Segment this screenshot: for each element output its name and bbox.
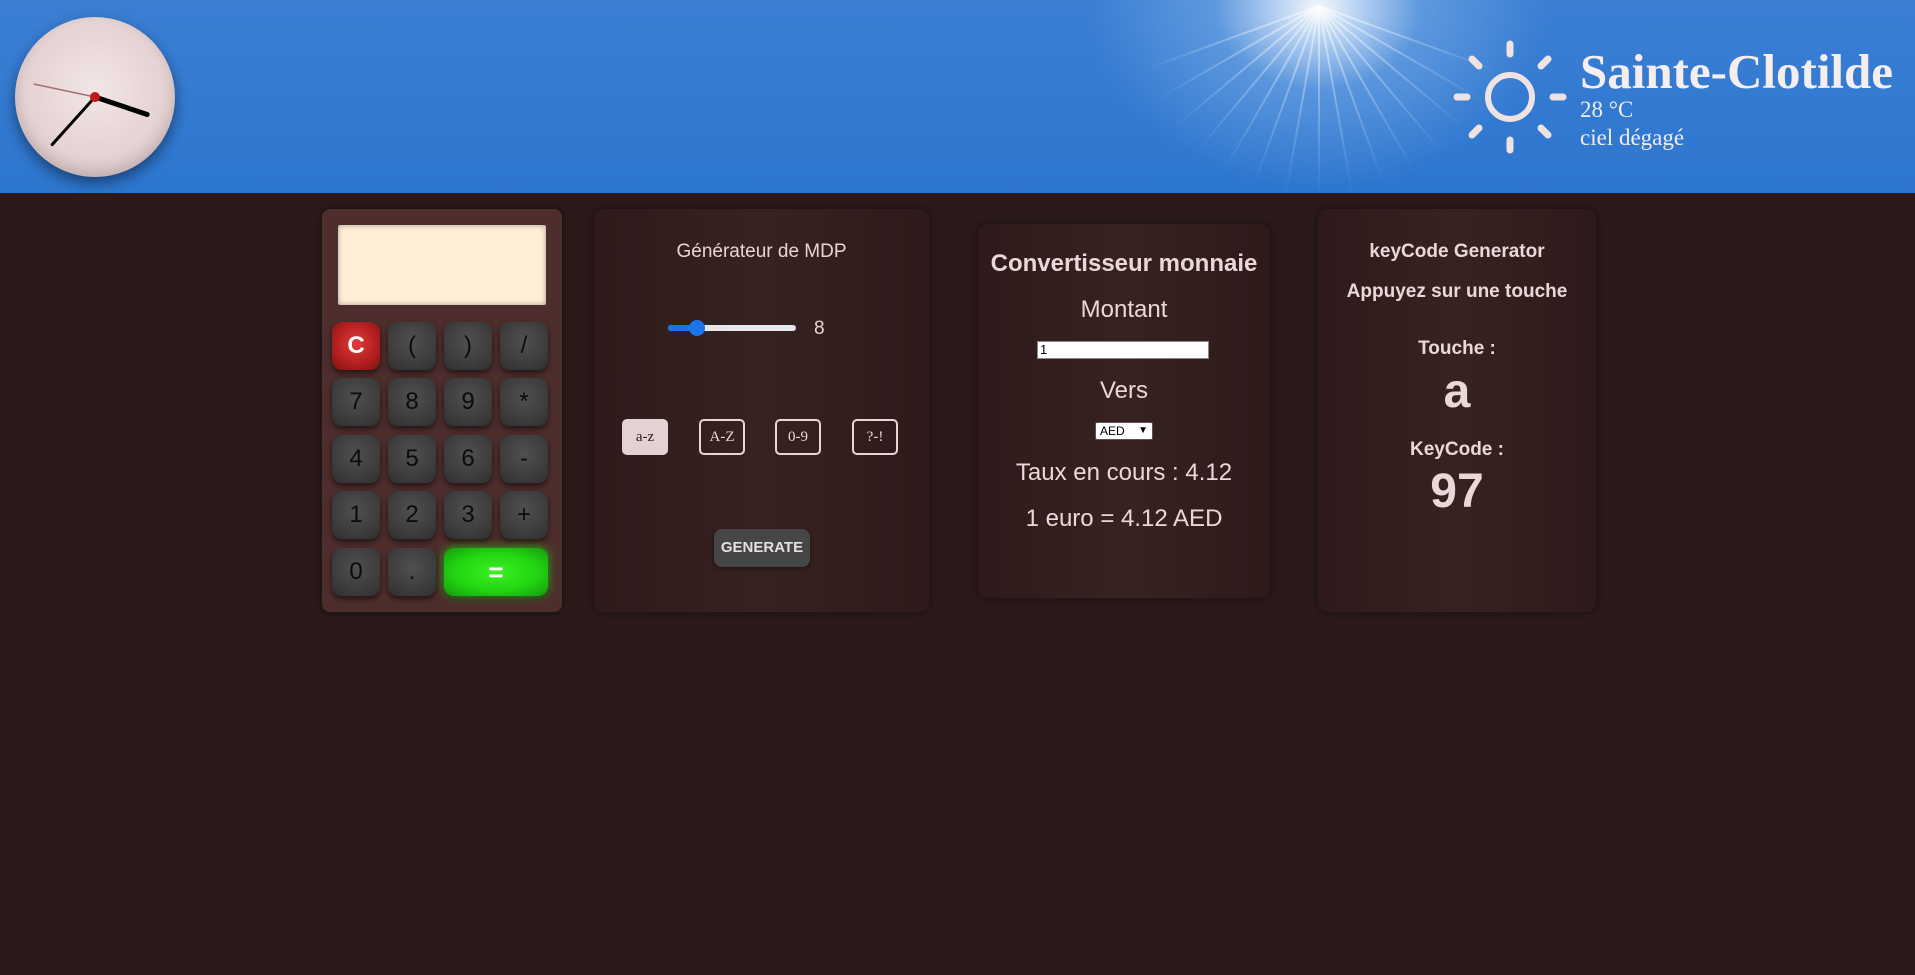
calculator: C()/ 7 8 9 * 4 5 6- 1 2 3 +0. = <box>322 209 562 612</box>
currency-converter-card: Convertisseur monnaie Montant 1 Vers AED… <box>978 224 1270 598</box>
currency-select-value: AED <box>1100 424 1125 438</box>
four-key[interactable]: 4 <box>332 435 380 483</box>
conversion-result: 1 euro = 4.12 AED <box>1025 505 1223 532</box>
equals-key[interactable]: = <box>444 548 548 596</box>
password-length-value: 8 <box>814 318 825 339</box>
keycode-label: KeyCode : <box>1410 439 1504 460</box>
keycode-instruction: Appuyez sur une touche <box>1346 281 1568 302</box>
three-key[interactable]: 3 <box>444 491 492 539</box>
generate-button[interactable]: GENERATE <box>714 529 810 567</box>
clock-hour-hand <box>92 94 150 117</box>
divide-key[interactable]: / <box>500 322 548 370</box>
keycode-title: keyCode Generator <box>1369 241 1545 262</box>
one-key[interactable]: 1 <box>332 491 380 539</box>
close-paren-key[interactable]: ) <box>444 322 492 370</box>
weather-description: ciel dégagé <box>1580 125 1685 150</box>
six-key[interactable]: 6 <box>444 435 492 483</box>
clock-minute-hand <box>50 95 97 147</box>
keycode-value: 97 <box>1430 465 1484 518</box>
sun-glare-ray <box>1153 5 1320 102</box>
seven-key[interactable]: 7 <box>332 378 380 426</box>
amount-label: Montant <box>1080 296 1168 323</box>
exchange-rate-text: Taux en cours : 4.12 <box>1015 459 1233 486</box>
analog-clock <box>15 17 175 177</box>
header-banner: Sainte-Clotilde 28 °C ciel dégagé <box>0 0 1915 193</box>
multiply-key[interactable]: * <box>500 378 548 426</box>
five-key[interactable]: 5 <box>388 435 436 483</box>
decimal-key[interactable]: . <box>388 548 436 596</box>
clock-center-dot <box>90 92 100 102</box>
minus-key[interactable]: - <box>500 435 548 483</box>
weather-city: Sainte-Clotilde <box>1580 44 1894 99</box>
keycode-generator-card: keyCode Generator Appuyez sur une touche… <box>1318 209 1596 612</box>
clock-second-hand <box>33 83 96 98</box>
password-length-slider[interactable] <box>668 320 796 336</box>
converter-title: Convertisseur monnaie <box>990 250 1258 277</box>
clock-face <box>33 83 150 147</box>
calculator-display <box>338 225 546 305</box>
slider-thumb[interactable] <box>689 320 706 336</box>
zero-key[interactable]: 0 <box>332 548 380 596</box>
sun-icon <box>1453 40 1567 154</box>
two-key[interactable]: 2 <box>388 491 436 539</box>
key-label: Touche : <box>1418 338 1496 359</box>
symbols-toggle[interactable]: ?-! <box>852 419 898 455</box>
target-currency-label: Vers <box>1099 377 1149 404</box>
open-paren-key[interactable]: ( <box>388 322 436 370</box>
sun-glare-ray <box>1318 6 1320 193</box>
uppercase-toggle[interactable]: A-Z <box>699 419 745 455</box>
password-generator-title: Générateur de MDP <box>676 241 847 262</box>
password-generator-card: Générateur de MDP 8 a-z A-Z 0-9 ?-! GENE… <box>594 209 929 612</box>
nine-key[interactable]: 9 <box>444 378 492 426</box>
weather-temperature: 28 °C <box>1580 97 1634 122</box>
digits-toggle[interactable]: 0-9 <box>775 419 821 455</box>
lowercase-toggle[interactable]: a-z <box>622 419 668 455</box>
clear-key[interactable]: C <box>332 322 380 370</box>
eight-key[interactable]: 8 <box>388 378 436 426</box>
plus-key[interactable]: + <box>500 491 548 539</box>
chevron-down-icon: ▼ <box>1138 425 1148 436</box>
amount-input[interactable]: 1 <box>1037 341 1209 359</box>
pressed-key-value: a <box>1443 365 1471 418</box>
currency-select[interactable]: AED ▼ <box>1095 422 1153 440</box>
